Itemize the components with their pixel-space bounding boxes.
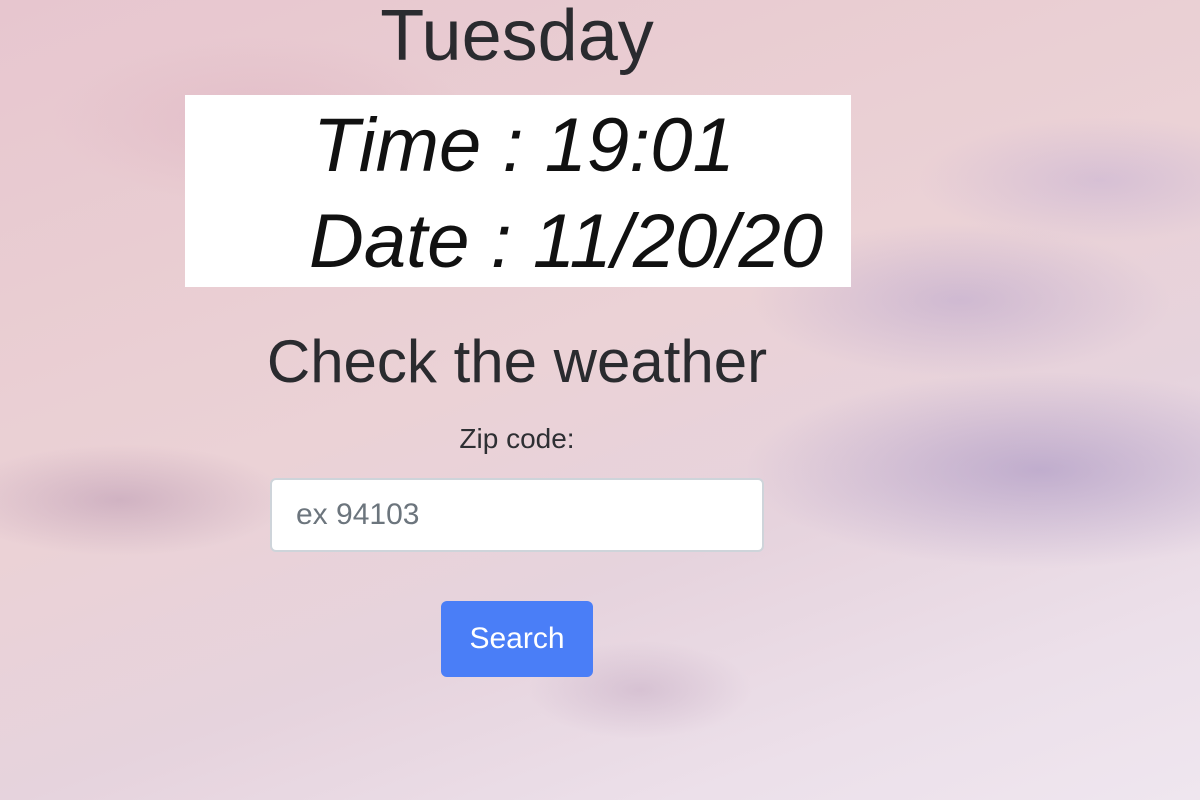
zip-label: Zip code:: [459, 423, 575, 454]
date-display: Date : 11/20/20: [309, 199, 824, 284]
search-button[interactable]: Search: [441, 601, 593, 677]
zip-code-input[interactable]: [270, 478, 764, 552]
time-display: Time : 19:01: [313, 103, 735, 188]
weather-heading: Check the weather: [266, 328, 768, 395]
weather-page: { "day": "Tuesday", "clock": { "time_lab…: [0, 0, 1200, 800]
clock-card: Time : 19:01 Date : 11/20/20: [185, 95, 851, 287]
day-title: Tuesday: [380, 0, 654, 76]
